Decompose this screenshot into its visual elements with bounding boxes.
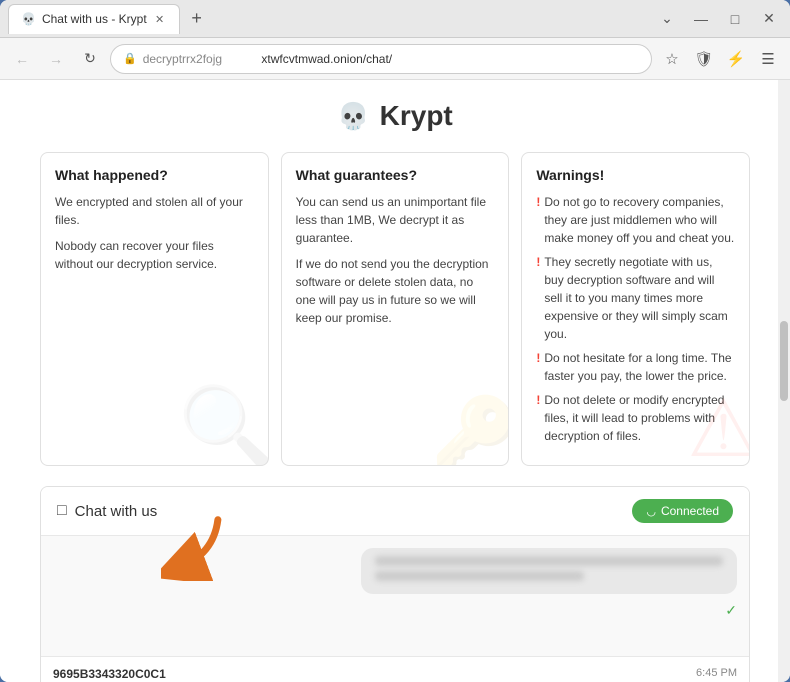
chat-title: □ Chat with us: [57, 502, 157, 520]
warning-text-1: Do not go to recovery companies, they ar…: [544, 193, 735, 247]
warning-item-4: ! Do not delete or modify encrypted file…: [536, 391, 735, 445]
tab-favicon: 💀: [21, 12, 36, 26]
arrow-container: [161, 511, 231, 586]
what-guarantees-card: What guarantees? You can send us an unim…: [281, 152, 510, 466]
address-scheme: decryptrrx2fojg: [143, 52, 222, 66]
message-checkmark: ✓: [53, 602, 737, 619]
chevron-down-icon[interactable]: ⌄: [654, 6, 680, 32]
card-heading-3: Warnings!: [536, 167, 735, 183]
skull-icon: 💀: [337, 101, 369, 132]
refresh-button[interactable]: ↻: [76, 45, 104, 73]
warning-text-3: Do not hesitate for a long time. The fas…: [544, 349, 735, 385]
exclamation-icon-3: !: [536, 349, 540, 385]
chat-header: □ Chat with us ◡ Connected: [41, 487, 749, 536]
card-para-1-0: We encrypted and stolen all of your file…: [55, 193, 254, 229]
warning-text-4: Do not delete or modify encrypted files,…: [544, 391, 735, 445]
minimize-button[interactable]: —: [688, 6, 714, 32]
title-bar: 💀 Chat with us - Krypt ✕ + ⌄ — □ ✕: [0, 0, 790, 38]
tab-title: Chat with us - Krypt: [42, 12, 147, 26]
exclamation-icon-1: !: [536, 193, 540, 247]
blurred-line-2: [375, 571, 584, 581]
chat-title-text: Chat with us: [75, 503, 158, 520]
window-controls: ⌄ — □ ✕: [654, 6, 782, 32]
message-time: 6:45 PM: [696, 667, 737, 681]
extensions-icon[interactable]: ⚡: [722, 45, 750, 73]
page-inner: tsk-trou 💀 Krypt What happened? We encry…: [20, 80, 770, 682]
blurred-message-bubble: [361, 548, 737, 594]
card-para-1-1: Nobody can recover your files without ou…: [55, 237, 254, 273]
card-watermark-key: 🔑: [431, 393, 509, 466]
connected-label: Connected: [661, 504, 719, 518]
site-title: 💀 Krypt: [40, 100, 750, 132]
card-heading-1: What happened?: [55, 167, 254, 183]
close-button[interactable]: ✕: [756, 6, 782, 32]
chat-body: ✓: [41, 536, 749, 656]
shield-icon[interactable]: 🛡: [690, 45, 718, 73]
toolbar-icons: ☆ 🛡 ⚡ ☰: [658, 45, 782, 73]
back-button[interactable]: ←: [8, 45, 36, 73]
browser-window: 💀 Chat with us - Krypt ✕ + ⌄ — □ ✕ ← → ↻…: [0, 0, 790, 682]
bookmark-icon[interactable]: ☆: [658, 45, 686, 73]
message-sender: 9695B3343320C0C1 6:45 PM: [53, 667, 737, 681]
chat-icon: □: [57, 502, 67, 520]
blurred-line-1: [375, 556, 723, 566]
forward-button[interactable]: →: [42, 45, 70, 73]
warning-item-2: ! They secretly negotiate with us, buy d…: [536, 253, 735, 343]
warning-text-2: They secretly negotiate with us, buy dec…: [544, 253, 735, 343]
warning-item-1: ! Do not go to recovery companies, they …: [536, 193, 735, 247]
scrollbar[interactable]: [778, 80, 790, 682]
card-para-2-0: You can send us an unimportant file less…: [296, 193, 495, 247]
security-icon: 🔒: [123, 52, 137, 65]
page-title: Krypt: [380, 100, 453, 132]
what-happened-card: What happened? We encrypted and stolen a…: [40, 152, 269, 466]
card-watermark-lock: 🔍: [178, 381, 269, 466]
tab-close-button[interactable]: ✕: [153, 12, 167, 26]
menu-icon[interactable]: ☰: [754, 45, 782, 73]
maximize-button[interactable]: □: [722, 6, 748, 32]
sender-id: 9695B3343320C0C1: [53, 667, 166, 681]
tab-bar: 💀 Chat with us - Krypt ✕ +: [8, 4, 642, 34]
address-bar[interactable]: 🔒 decryptrrx2fojg xtwfcvtmwad.onion/chat…: [110, 44, 652, 74]
arrow-icon: [161, 511, 231, 581]
card-heading-2: What guarantees?: [296, 167, 495, 183]
active-tab[interactable]: 💀 Chat with us - Krypt ✕: [8, 4, 180, 34]
site-header: 💀 Krypt: [40, 100, 750, 132]
warnings-card: Warnings! ! Do not go to recovery compan…: [521, 152, 750, 466]
cards-row: What happened? We encrypted and stolen a…: [40, 152, 750, 466]
message-row: 9695B3343320C0C1 6:45 PM The price for y…: [41, 656, 749, 682]
scrollbar-thumb[interactable]: [780, 321, 788, 401]
chat-section: □ Chat with us ◡ Connected ✓: [40, 486, 750, 682]
connected-badge: ◡ Connected: [632, 499, 733, 523]
address-domain: xtwfcvtmwad.onion/chat/: [228, 52, 392, 66]
wifi-icon: ◡: [646, 505, 656, 518]
exclamation-icon-2: !: [536, 253, 540, 343]
address-bar-row: ← → ↻ 🔒 decryptrrx2fojg xtwfcvtmwad.onio…: [0, 38, 790, 80]
new-tab-button[interactable]: +: [184, 6, 210, 32]
page-content: tsk-trou 💀 Krypt What happened? We encry…: [0, 80, 790, 682]
exclamation-icon-4: !: [536, 391, 540, 445]
warning-item-3: ! Do not hesitate for a long time. The f…: [536, 349, 735, 385]
card-para-2-1: If we do not send you the decryption sof…: [296, 255, 495, 327]
